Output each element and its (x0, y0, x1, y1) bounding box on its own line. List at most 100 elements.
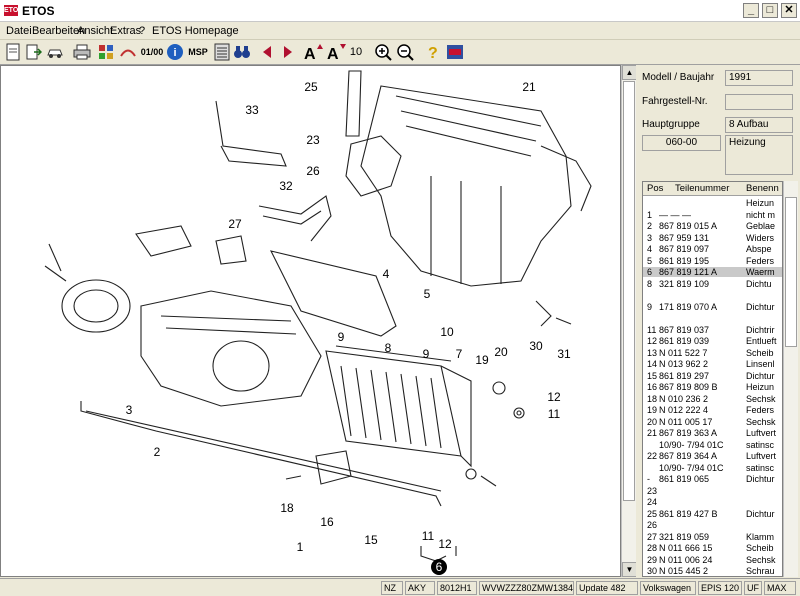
table-row[interactable]: 20 N 011 005 17 Sechsk (643, 417, 782, 427)
table-row[interactable]: 3 867 959 131 Widers (643, 233, 782, 243)
table-row[interactable]: 27 321 819 059 Klamm (643, 532, 782, 542)
callout-9[interactable]: 9 (338, 330, 345, 344)
grid-view-icon[interactable] (96, 42, 116, 62)
table-row[interactable]: 12 861 819 039 Entlueft (643, 336, 782, 346)
table-row[interactable]: 13 N 011 522 7 Scheib (643, 348, 782, 358)
table-row[interactable] (643, 313, 782, 323)
callout-12b[interactable]: 12 (438, 537, 452, 551)
modell-field[interactable]: 1991 (725, 70, 793, 86)
page-counter-button[interactable]: 01/00 (141, 42, 164, 62)
callout-31[interactable]: 31 (557, 347, 571, 361)
table-row[interactable]: 23 (643, 486, 782, 496)
callout-3[interactable]: 3 (126, 403, 133, 417)
group-code-field[interactable]: 060-00 (642, 135, 721, 151)
list-icon[interactable] (212, 42, 232, 62)
callout-4[interactable]: 4 (383, 267, 390, 281)
table-row[interactable]: 10/90- 7/94 01C satinsc (643, 440, 782, 450)
callout-12[interactable]: 12 (547, 390, 561, 404)
font-larger-icon[interactable]: A (303, 42, 323, 62)
callout-23[interactable]: 23 (306, 133, 320, 147)
table-row[interactable]: 1 — — — nicht m (643, 210, 782, 220)
callout-6[interactable]: 6 (436, 560, 443, 574)
arc-tool-icon[interactable] (118, 42, 138, 62)
table-row[interactable]: 22 867 819 364 A Luftvert (643, 451, 782, 461)
table-row[interactable]: -861 819 065 Dichtur (643, 474, 782, 484)
header-pos[interactable]: Pos (647, 183, 663, 194)
callout-16[interactable]: 16 (320, 515, 334, 529)
table-row[interactable]: 10/90- 7/94 01C satinsc (643, 463, 782, 473)
table-row[interactable]: 24 (643, 497, 782, 507)
callout-30[interactable]: 30 (529, 339, 543, 353)
table-row[interactable] (643, 290, 782, 300)
close-button[interactable]: ✕ (781, 3, 797, 18)
callout-33[interactable]: 33 (245, 103, 259, 117)
new-document-icon[interactable] (3, 42, 23, 62)
menu-extras[interactable]: Extras (110, 25, 141, 37)
table-row[interactable]: 9 171 819 070 A Dichtur (643, 302, 782, 312)
table-row[interactable]: 11 867 819 037 Dichtrir (643, 325, 782, 335)
callout-15[interactable]: 15 (364, 533, 378, 547)
callout-7[interactable]: 7 (456, 347, 463, 361)
info-icon[interactable]: i (165, 42, 185, 62)
zoom-out-icon[interactable] (395, 42, 415, 62)
callout-2[interactable]: 2 (154, 445, 161, 459)
maximize-button[interactable]: □ (762, 3, 778, 18)
table-row[interactable]: Heizun (643, 198, 782, 208)
callout-18[interactable]: 18 (280, 501, 294, 515)
callout-11b[interactable]: 11 (422, 529, 435, 543)
table-row[interactable]: 26 (643, 520, 782, 530)
callout-19[interactable]: 19 (475, 353, 489, 367)
scroll-down-arrow-icon[interactable]: ▼ (622, 562, 637, 577)
table-row[interactable]: 28 N 011 666 15 Scheib (643, 543, 782, 553)
next-arrow-icon[interactable] (278, 42, 298, 62)
etos-home-icon[interactable] (445, 42, 465, 62)
callout-26[interactable]: 26 (306, 164, 320, 178)
callout-27[interactable]: 27 (228, 217, 242, 231)
callout-5[interactable]: 5 (424, 287, 431, 301)
table-row[interactable]: 2 867 819 015 A Geblae (643, 221, 782, 231)
scroll-up-arrow-icon[interactable]: ▲ (622, 65, 637, 80)
callout-20[interactable]: 20 (494, 345, 508, 359)
zoom-in-icon[interactable] (373, 42, 393, 62)
scroll-thumb[interactable] (623, 81, 635, 501)
msp-button[interactable]: MSP (186, 42, 210, 62)
hauptgruppe-field[interactable]: 8 Aufbau (725, 117, 793, 133)
help-icon[interactable]: ? (423, 42, 443, 62)
parts-list[interactable]: Pos Teilenummer Benenn Heizun 1 — — — nicht… (642, 181, 783, 577)
font-smaller-icon[interactable]: A (326, 42, 346, 62)
table-row[interactable]: 6 867 819 121 A Waerm (643, 267, 782, 277)
table-row[interactable]: 30 N 015 445 2 Schrau (643, 566, 782, 576)
exploded-parts-drawing[interactable]: 25 21 33 23 26 32 27 4 5 10 9 8 9 7 19 2… (0, 65, 621, 577)
menu-datei[interactable]: Datei (6, 25, 32, 37)
fahrgestell-field[interactable] (725, 94, 793, 110)
table-row[interactable]: 14 N 013 962 2 Linsenl (643, 359, 782, 369)
table-row[interactable]: 19 N 012 222 4 Feders (643, 405, 782, 415)
binoculars-icon[interactable] (232, 42, 252, 62)
table-row[interactable]: 18 N 010 236 2 Sechsk (643, 394, 782, 404)
callout-1[interactable]: 1 (297, 540, 304, 554)
callout-10[interactable]: 10 (440, 325, 454, 339)
callout-9b[interactable]: 9 (423, 347, 430, 361)
previous-arrow-icon[interactable] (257, 42, 277, 62)
callout-32[interactable]: 32 (279, 179, 293, 193)
table-row[interactable]: 5 861 819 195 Feders (643, 256, 782, 266)
print-icon[interactable] (72, 42, 92, 62)
table-row[interactable]: 16 867 819 809 B Heizun (643, 382, 782, 392)
header-teilenummer[interactable]: Teilenummer (675, 183, 729, 194)
callout-21[interactable]: 21 (522, 80, 536, 94)
drawing-scrollbar[interactable]: ▲ ▼ (621, 65, 637, 577)
table-row[interactable]: 4 867 819 097 Abspe (643, 244, 782, 254)
parts-list-scrollbar[interactable] (783, 181, 798, 577)
export-icon[interactable] (24, 42, 44, 62)
callout-8[interactable]: 8 (385, 341, 392, 355)
menu-ansicht[interactable]: Ansicht (77, 25, 113, 37)
menu-etos-homepage[interactable]: ETOS Homepage (152, 25, 239, 37)
group-description-field[interactable]: Heizung (725, 135, 793, 175)
minimize-button[interactable]: _ (743, 3, 759, 18)
table-row[interactable]: 15 861 819 297 Dichtur (643, 371, 782, 381)
table-row[interactable]: 25 861 819 427 B Dichtur (643, 509, 782, 519)
car-icon[interactable] (45, 42, 65, 62)
menu-help[interactable]: ? (139, 25, 145, 37)
table-row[interactable]: 21 867 819 363 A Luftvert (643, 428, 782, 438)
callout-25[interactable]: 25 (304, 80, 318, 94)
